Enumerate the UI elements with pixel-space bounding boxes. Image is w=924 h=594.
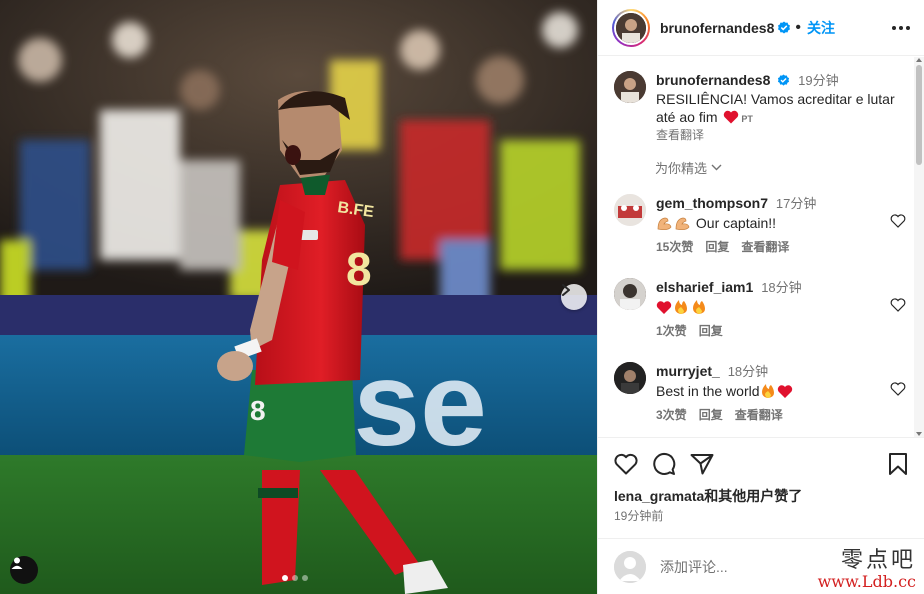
flexed-biceps-emoji-icon [657, 217, 690, 231]
chevron-right-icon [562, 284, 570, 296]
caption-see-translation[interactable]: 查看翻译 [656, 128, 906, 142]
comment-like-heart-icon[interactable] [890, 214, 906, 228]
site-watermark: 零点吧 www.Ldb.cc [818, 542, 916, 591]
scroll-down-arrow-icon[interactable] [916, 432, 922, 436]
carousel-dot [302, 575, 308, 581]
comment-item: murryjet_ 18分钟 Best in the world 3次赞 回复 … [614, 362, 906, 423]
comment-reply-button[interactable]: 回复 [699, 322, 723, 339]
post-time[interactable]: 19分钟前 [614, 507, 663, 524]
author-avatar [616, 12, 646, 43]
jersey-number: 8 [346, 243, 372, 295]
comment-username[interactable]: elsharief_iam1 [656, 279, 753, 295]
shorts-number: 8 [250, 395, 266, 426]
liked-by-others[interactable]: 和其他用户赞了 [704, 488, 802, 504]
comment-time[interactable]: 17分钟 [776, 196, 816, 211]
user-icon [11, 557, 23, 569]
save-bookmark-icon[interactable] [888, 452, 908, 476]
commenter-avatar[interactable] [614, 194, 646, 226]
comment-likes[interactable]: 15次赞 [656, 238, 693, 255]
chevron-down-icon [711, 164, 722, 171]
verified-badge-icon [778, 21, 791, 33]
comment-like-heart-icon[interactable] [890, 382, 906, 396]
author-username[interactable]: brunofernandes8 [660, 20, 774, 36]
photo-image: ise 8 B.FE 8 [0, 0, 597, 594]
fire-heart-emoji-icon [761, 384, 792, 398]
comments-list[interactable]: brunofernandes8 19分钟 RESILIÊNCIA! Vamos … [598, 57, 914, 437]
post-actions-bar [614, 452, 908, 476]
like-heart-icon[interactable] [614, 453, 638, 475]
comment-reply-button[interactable]: 回复 [699, 406, 723, 423]
scroll-up-arrow-icon[interactable] [916, 58, 922, 62]
comment-text: Best in the world [656, 383, 760, 399]
comments-scrollbar[interactable] [914, 57, 924, 437]
comment-see-translation[interactable]: 查看翻译 [741, 238, 789, 255]
author-avatar-small[interactable] [614, 71, 646, 103]
follow-button[interactable]: 关注 [807, 18, 835, 38]
tagged-users-button[interactable] [10, 556, 38, 584]
watermark-url: www.Ldb.cc [817, 572, 916, 591]
watermark-cn: 零点吧 [840, 548, 916, 573]
comment-item: elsharief_iam1 18分钟 1次赞 回复 [614, 278, 906, 339]
more-options-button[interactable] [892, 25, 910, 30]
post-side-panel: brunofernandes8 • 关注 brunofernandes8 19分… [597, 0, 924, 594]
caption-username[interactable]: brunofernandes8 [656, 72, 770, 88]
verified-badge-icon [778, 74, 790, 86]
add-comment-input[interactable]: 添加评论... [660, 557, 728, 577]
comment-time[interactable]: 18分钟 [761, 280, 801, 295]
comment-emoji [656, 298, 904, 316]
for-you-label: 为你精选 [655, 161, 708, 176]
comment-text: Our captain!! [695, 215, 777, 231]
comment-likes[interactable]: 3次赞 [656, 406, 687, 423]
comment-reply-button[interactable]: 回复 [705, 238, 729, 255]
current-user-avatar [614, 550, 646, 583]
comment-see-translation[interactable]: 查看翻译 [735, 406, 783, 423]
commenter-avatar[interactable] [614, 278, 646, 310]
comment-time[interactable]: 18分钟 [728, 364, 768, 379]
share-paper-plane-icon[interactable] [690, 453, 714, 475]
carousel-dots [282, 575, 308, 581]
for-you-sort-dropdown[interactable]: 为你精选 [655, 158, 722, 177]
liked-by-user[interactable]: lena_gramata [614, 488, 704, 504]
comment-item: gem_thompson7 17分钟 Our captain!! 15次赞 回复… [614, 194, 906, 255]
language-tag: PT [741, 114, 753, 124]
comment-username[interactable]: murryjet_ [656, 363, 720, 379]
post-photo[interactable]: ise 8 B.FE 8 [0, 0, 597, 594]
red-heart-emoji-icon [724, 110, 739, 124]
next-slide-button[interactable] [561, 284, 587, 310]
post-header: brunofernandes8 • 关注 [598, 0, 924, 56]
caption-text: RESILIÊNCIA! Vamos acreditar e lutar até… [656, 91, 895, 125]
carousel-dot [292, 575, 298, 581]
post-caption: brunofernandes8 19分钟 RESILIÊNCIA! Vamos … [614, 71, 906, 142]
author-avatar-story-ring[interactable] [612, 8, 650, 47]
liked-by-text: lena_gramata和其他用户赞了 [614, 486, 802, 506]
scrollbar-thumb[interactable] [916, 65, 922, 165]
comment-like-heart-icon[interactable] [890, 298, 906, 312]
comment-likes[interactable]: 1次赞 [656, 322, 687, 339]
comment-bubble-icon[interactable] [652, 452, 676, 476]
comment-username[interactable]: gem_thompson7 [656, 195, 768, 211]
caption-time[interactable]: 19分钟 [798, 73, 838, 88]
carousel-dot-active [282, 575, 288, 581]
commenter-avatar[interactable] [614, 362, 646, 394]
heart-fire-fire-emoji-icon [656, 300, 705, 314]
